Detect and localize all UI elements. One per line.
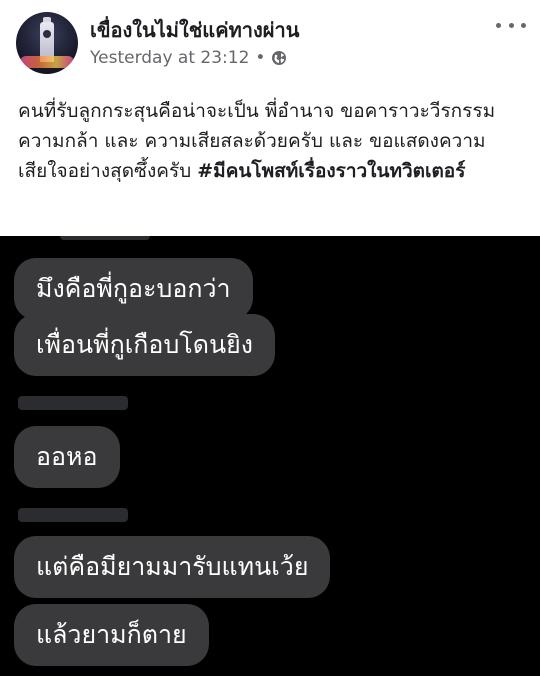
chat-bubble: มึงคือพี่กูอะบอกว่า <box>14 258 253 320</box>
post-meta: Yesterday at 23:12 • <box>90 48 287 68</box>
chat-screenshot-image[interactable]: มึงคือพี่กูอะบอกว่า เพื่อนพี่กูเกือบโดนย… <box>0 236 540 676</box>
redacted-sender-name <box>18 508 128 522</box>
page-name[interactable]: เขื่องในไม่ใช่แค่ทางผ่าน <box>90 14 299 46</box>
dot <box>508 22 514 28</box>
meta-separator: • <box>255 48 266 68</box>
redacted-name-top <box>60 236 150 240</box>
dot <box>496 22 501 28</box>
chat-bubble: แล้วยามก็ตาย <box>14 604 209 666</box>
post-caption: คนที่รับลูกกระสุนคือน่าจะเป็น พี่อำนาจ ข… <box>18 96 528 186</box>
more-horizontal-icon[interactable] <box>496 16 526 34</box>
post-timestamp[interactable]: Yesterday at 23:12 <box>90 48 249 68</box>
globe-icon[interactable] <box>271 50 287 66</box>
night-lights <box>20 56 74 68</box>
page-avatar[interactable] <box>16 12 78 74</box>
post-header: เขื่องในไม่ใช่แค่ทางผ่าน Yesterday at 23… <box>0 0 540 84</box>
chat-bubble: เพื่อนพี่กูเกือบโดนยิง <box>14 314 275 376</box>
clock-face <box>43 30 51 38</box>
caption-hashtag[interactable]: #มีคนโพสท์เรื่องราวในทวิตเตอร์ <box>197 160 465 182</box>
redacted-sender-name <box>18 396 128 410</box>
dot <box>521 22 526 28</box>
chat-bubble: ออหอ <box>14 426 120 488</box>
chat-bubble: แต่คือมียามมารับแทนเว้ย <box>14 536 331 598</box>
